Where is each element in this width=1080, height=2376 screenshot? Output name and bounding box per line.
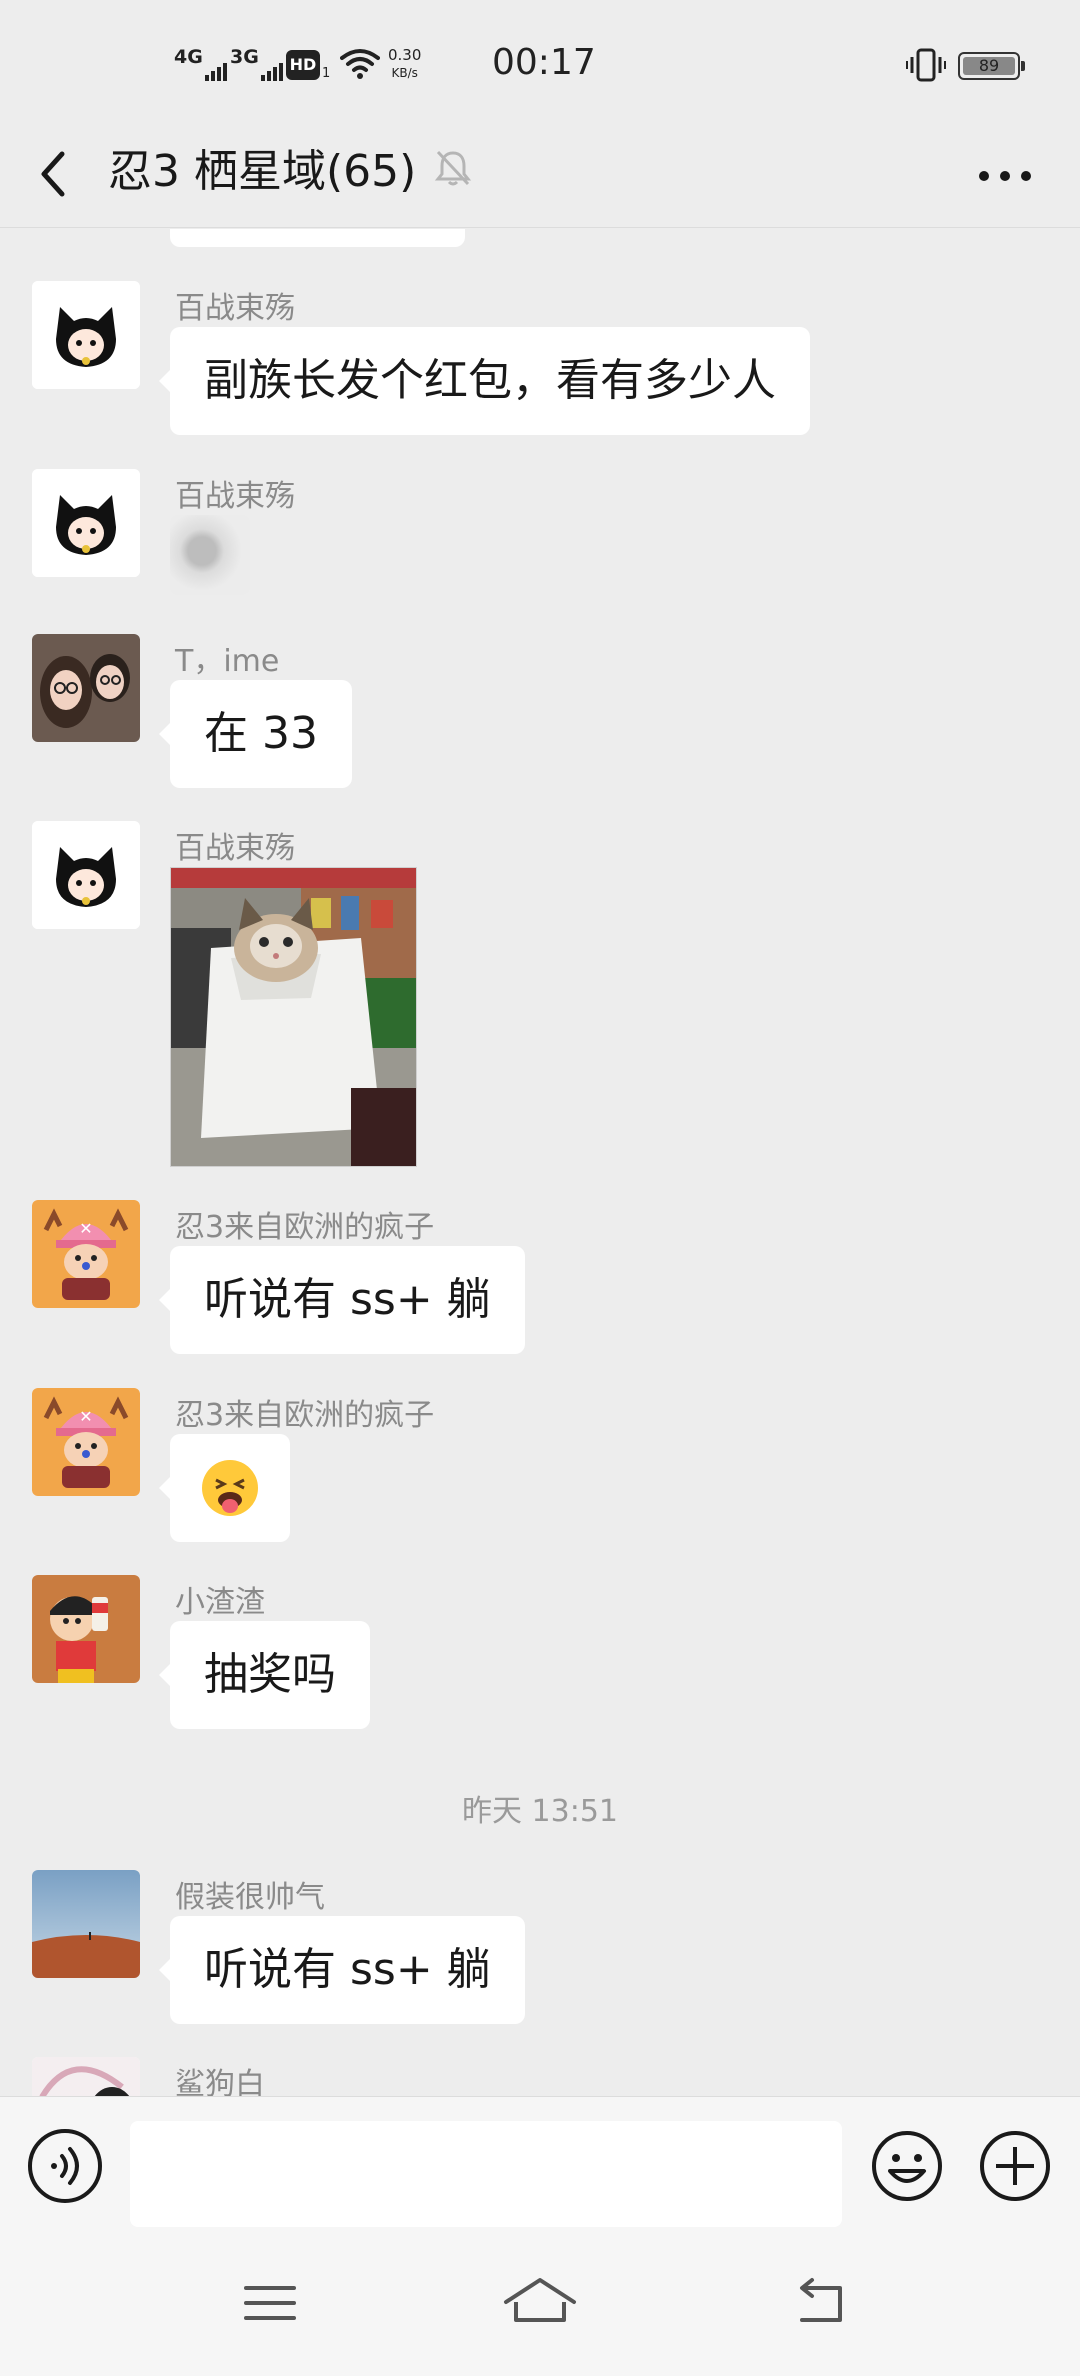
sender-name: 小渣渣 xyxy=(175,1585,265,1620)
winking-tongue-emoji xyxy=(202,1460,258,1516)
couple-selfie-avatar[interactable] xyxy=(32,634,140,742)
bell-muted-icon xyxy=(434,150,472,186)
message-bubble[interactable]: 抽奖吗 xyxy=(159,1621,370,1729)
network-type-1: 4G xyxy=(174,46,203,68)
emoji-icon[interactable] xyxy=(870,2129,944,2203)
network-speed-value: 0.30 xyxy=(388,46,422,64)
chat-header: 忍3 栖星域(65) xyxy=(0,122,1080,228)
black-cat-girl-avatar[interactable] xyxy=(32,281,140,389)
menu-icon[interactable] xyxy=(230,2268,310,2338)
sender-name: 鲨狗白 xyxy=(175,2067,265,2096)
svg-text:✕: ✕ xyxy=(79,1219,92,1238)
system-nav-bar xyxy=(0,2238,1080,2376)
desert-landscape-avatar[interactable] xyxy=(32,1870,140,1978)
hd-voice-badge: HD xyxy=(286,50,320,80)
status-time: 00:17 xyxy=(492,42,596,83)
svg-text:✕: ✕ xyxy=(79,1407,92,1426)
sender-name: 百战束殇 xyxy=(175,479,295,514)
wechat-group-chat-screen: 4G 3G HD 1 0.30 KB/s 00:17 89 忍3 栖星域(65)… xyxy=(0,0,1080,2376)
message-bubble[interactable]: 听说有 ss+ 躺 xyxy=(159,1916,525,2024)
sender-name: T，ime xyxy=(175,644,280,679)
signal-bars-icon xyxy=(204,63,227,81)
chat-title: 忍3 栖星域(65) xyxy=(108,146,417,197)
chopper-avatar[interactable]: ✕ xyxy=(32,1388,140,1496)
network-type-2: 3G xyxy=(230,46,259,68)
input-bar xyxy=(0,2096,1080,2238)
chevron-left-icon[interactable] xyxy=(30,142,78,206)
signal-4g-indicator: 4G xyxy=(174,48,227,81)
black-cat-girl-avatar[interactable] xyxy=(32,469,140,577)
back-icon[interactable] xyxy=(784,2268,864,2338)
signal-bars-icon xyxy=(260,63,283,81)
chopper-avatar[interactable]: ✕ xyxy=(32,1200,140,1308)
partial-avatar[interactable] xyxy=(32,2057,140,2096)
network-speed-unit: KB/s xyxy=(391,66,418,80)
message-list[interactable]: 百战束殇 副族长发个红包，看有多少人 百战束殇 T，ime 在 33 百战束殇 … xyxy=(0,229,1080,2096)
plus-icon[interactable] xyxy=(978,2129,1052,2203)
hd-voice-sub: 1 xyxy=(322,66,331,81)
more-dots-icon[interactable] xyxy=(970,146,1040,206)
wifi-icon xyxy=(340,49,380,79)
vibrate-icon xyxy=(906,48,946,82)
sender-name: 忍3来自欧洲的疯子 xyxy=(175,1398,435,1433)
sender-name: 百战束殇 xyxy=(175,831,295,866)
message-bubble[interactable]: 听说有 ss+ 躺 xyxy=(159,1246,525,1354)
sticker-image[interactable] xyxy=(170,515,250,595)
time-divider: 昨天 13:51 xyxy=(462,1794,618,1829)
message-bubble[interactable]: 副族长发个红包，看有多少人 xyxy=(159,327,810,435)
network-speed: 0.30 KB/s xyxy=(388,46,421,82)
message-input[interactable] xyxy=(130,2121,842,2227)
cat-in-bag-photo[interactable] xyxy=(170,867,417,1167)
emoji-message-bubble[interactable] xyxy=(159,1434,290,1542)
sender-name: 假装很帅气 xyxy=(175,1880,325,1915)
message-bubble[interactable]: 在 33 xyxy=(159,680,352,788)
home-icon[interactable] xyxy=(500,2268,580,2338)
crayon-shin-chan-avatar[interactable] xyxy=(32,1575,140,1683)
signal-3g-indicator: 3G xyxy=(230,48,283,81)
status-bar: 4G 3G HD 1 0.30 KB/s 00:17 89 xyxy=(0,0,1080,122)
sender-name: 忍3来自欧洲的疯子 xyxy=(175,1210,435,1245)
battery-level: 89 xyxy=(978,56,1000,75)
black-cat-girl-avatar[interactable] xyxy=(32,821,140,929)
battery-icon: 89 xyxy=(958,52,1025,80)
voice-icon[interactable] xyxy=(28,2129,102,2203)
sender-name: 百战束殇 xyxy=(175,291,295,326)
partial-bubble xyxy=(170,229,465,247)
